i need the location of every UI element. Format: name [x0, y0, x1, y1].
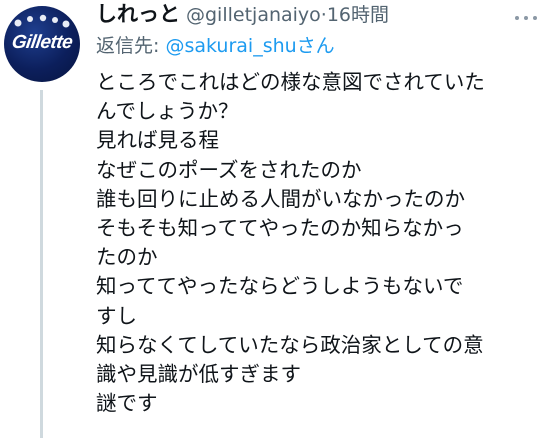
tweet-text-line: すし	[96, 303, 137, 328]
reply-to: 返信先: @sakurai_shuさん	[96, 32, 335, 60]
user-handle[interactable]: @gilletjanaiyo	[186, 4, 321, 26]
tweet-text-line: んでしょうか？	[96, 99, 239, 124]
tweet-text-line: 誰も回りに止める人間がいなかったのか	[96, 186, 465, 211]
tweet-text-line: 識や見識が低すぎます	[96, 362, 301, 387]
reply-target-suffix[interactable]: さん	[297, 35, 335, 57]
tweet-text-line: 知らなくてしていたなら政治家としての意	[96, 332, 484, 357]
tweet-text-line: ところでこれはどの様な意図でされていた	[96, 70, 485, 94]
reply-target-link[interactable]: @sakurai_shu	[165, 35, 296, 57]
tweet-text: ところでこれはどの様な意図でされていた んでしょうか？ 見れば見る程 なぜこのポ…	[96, 68, 546, 418]
tweet-time[interactable]: 16時間	[327, 4, 389, 26]
display-name[interactable]: しれっと	[96, 2, 180, 26]
avatar[interactable]: Gillette	[4, 6, 80, 82]
tweet[interactable]: Gillette しれっと @gilletjanaiyo·16時間 返信先: @s…	[0, 0, 550, 438]
tweet-text-line: 見れば見る程	[96, 128, 219, 153]
more-button[interactable]	[510, 2, 542, 26]
tweet-text-line: 知っててやったならどうしようもないで	[96, 274, 464, 299]
tweet-text-line: そもそも知っててやったのか知らなかっ	[96, 216, 464, 241]
avatar-logo: Gillette	[10, 32, 74, 53]
tweet-header: しれっと @gilletjanaiyo·16時間	[96, 0, 389, 30]
tweet-text-line: たのか	[96, 245, 158, 270]
tweet-text-line: 謎です	[96, 391, 158, 416]
reply-to-label: 返信先:	[96, 35, 166, 57]
avatar-decoration	[14, 14, 70, 28]
thread-line	[40, 90, 43, 438]
more-horizontal-icon	[513, 5, 540, 24]
tweet-text-line: なぜこのポーズをされたのか	[96, 157, 362, 182]
